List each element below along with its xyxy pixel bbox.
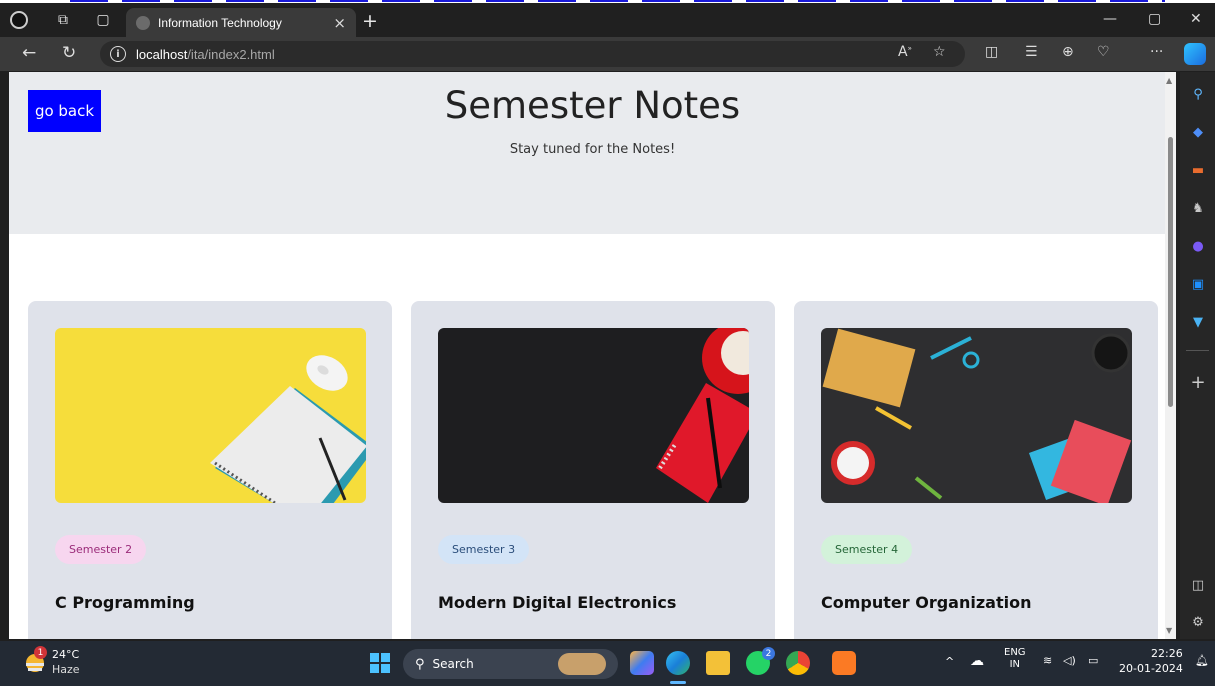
restore-icon[interactable]: ▢ [1148, 11, 1161, 27]
course-card[interactable]: Semester 4 Computer Organization [794, 301, 1158, 639]
close-tab-icon[interactable]: × [333, 14, 346, 32]
show-hidden-icons-chevron-icon[interactable]: ^ [945, 655, 954, 668]
weather-condition: Haze [52, 663, 80, 676]
new-tab-button[interactable]: + [362, 10, 378, 32]
copilot-taskbar-icon[interactable] [630, 651, 654, 675]
xampp-icon[interactable] [832, 651, 856, 675]
site-info-icon[interactable]: i [110, 46, 126, 62]
hide-sidebar-icon[interactable]: ◫ [1188, 575, 1208, 595]
card-title: C Programming [55, 593, 195, 612]
collections-icon[interactable]: ⊕ [1062, 44, 1074, 60]
semester-badge: Semester 4 [821, 535, 913, 564]
battery-icon[interactable]: ▭ [1088, 654, 1098, 667]
shopping-tag-icon[interactable]: ◆ [1188, 122, 1208, 142]
clock-date[interactable]: 20-01-2024 [1119, 662, 1183, 675]
page-subtitle: Stay tuned for the Notes! [509, 142, 676, 157]
scroll-up-arrow-icon[interactable]: ▲ [1166, 76, 1172, 85]
scrollbar-thumb[interactable] [1168, 137, 1173, 407]
more-options-icon[interactable]: ··· [1150, 44, 1163, 60]
whatsapp-badge: 2 [762, 647, 775, 660]
weather-alert-badge: 1 [34, 646, 47, 659]
volume-icon[interactable]: ◁) [1063, 654, 1076, 667]
copilot-icon[interactable] [1184, 43, 1206, 65]
vertical-tabs-icon[interactable]: ▢ [92, 9, 114, 31]
games-icon[interactable]: ♞ [1188, 198, 1208, 218]
address-bar[interactable]: i localhost/ita/index2.html [100, 41, 965, 67]
browser-essentials-icon[interactable]: ♡ [1097, 44, 1110, 60]
back-arrow-icon[interactable]: ← [22, 43, 36, 63]
course-card[interactable]: Semester 3 Modern Digital Electronics [411, 301, 775, 639]
file-explorer-icon[interactable] [706, 651, 730, 675]
favorite-star-icon[interactable]: ☆ [933, 44, 946, 60]
card-image-notebook-dark [438, 328, 749, 503]
wifi-icon[interactable]: ≋ [1043, 654, 1052, 667]
language-indicator[interactable]: ENG IN [1004, 647, 1026, 671]
url-path: /ita/index2.html [187, 46, 275, 62]
read-aloud-icon[interactable]: A» [898, 44, 912, 60]
profile-avatar-icon[interactable] [8, 9, 30, 31]
page-viewport: go back Semester Notes Stay tuned for th… [9, 72, 1176, 639]
search-icon[interactable]: ⚲ [1188, 84, 1208, 104]
outlook-icon[interactable]: ▣ [1188, 274, 1208, 294]
tools-icon[interactable]: ▬ [1188, 160, 1208, 180]
minimize-icon[interactable]: — [1103, 11, 1117, 27]
sidebar-divider [1186, 350, 1209, 351]
tab-information-technology[interactable]: Information Technology × [126, 8, 356, 37]
close-window-icon[interactable]: ✕ [1190, 11, 1202, 27]
windows-start-icon[interactable] [370, 653, 390, 673]
scroll-down-arrow-icon[interactable]: ▼ [1166, 626, 1172, 635]
semester-badge: Semester 3 [438, 535, 530, 564]
edge-browser-icon[interactable] [666, 651, 690, 675]
active-app-indicator [670, 681, 686, 684]
page-scrollbar[interactable]: ▲ ▼ [1165, 72, 1176, 639]
hero-section: go back Semester Notes Stay tuned for th… [9, 72, 1176, 234]
tab-favicon-icon [136, 15, 150, 30]
card-title: Modern Digital Electronics [438, 593, 677, 612]
language-code: ENG [1004, 647, 1026, 658]
refresh-icon[interactable]: ↻ [62, 43, 76, 63]
card-image-notebook-yellow [55, 328, 366, 503]
send-icon[interactable]: ▼ [1188, 312, 1208, 332]
address-toolbar: ← ↻ i localhost/ita/index2.html A» ☆ ◫ ☰… [0, 37, 1215, 71]
search-label: Search [432, 657, 474, 671]
notification-bell-icon[interactable]: 🔔︎ [1195, 654, 1209, 667]
weather-icon[interactable]: 1 [22, 646, 48, 674]
url-host: localhost [136, 46, 188, 62]
tab-bar: ⧉ ▢ Information Technology × + — ▢ ✕ [0, 3, 1215, 37]
windows-taskbar: 1 24°C Haze ⚲ Search 2 ^ ☁ ENG IN ≋ ◁) ▭… [0, 641, 1215, 686]
onedrive-cloud-icon[interactable]: ☁ [970, 653, 984, 669]
split-screen-icon[interactable]: ◫ [985, 44, 998, 60]
search-highlight-icon [558, 653, 606, 675]
clock-time[interactable]: 22:26 [1151, 647, 1183, 660]
edge-sidebar: ⚲ ◆ ▬ ♞ ● ▣ ▼ + ◫ ⚙ [1180, 72, 1215, 639]
settings-gear-icon[interactable]: ⚙ [1188, 612, 1208, 632]
card-image-stationery [821, 328, 1132, 503]
workspaces-icon[interactable]: ⧉ [52, 9, 74, 31]
card-title: Computer Organization [821, 593, 1032, 612]
favorites-list-icon[interactable]: ☰ [1025, 44, 1038, 60]
search-magnifier-icon: ⚲ [415, 656, 425, 672]
weather-temperature: 24°C [52, 648, 80, 661]
tab-title: Information Technology [158, 15, 282, 30]
course-card[interactable]: Semester 2 C Programming [28, 301, 392, 639]
page-title: Semester Notes [444, 84, 741, 127]
language-region: IN [1009, 659, 1020, 670]
add-sidebar-icon[interactable]: + [1188, 372, 1208, 393]
microsoft-365-icon[interactable]: ● [1188, 236, 1208, 256]
taskbar-search-box[interactable]: ⚲ Search [403, 649, 618, 679]
semester-badge: Semester 2 [55, 535, 147, 564]
chrome-icon[interactable] [786, 651, 810, 675]
